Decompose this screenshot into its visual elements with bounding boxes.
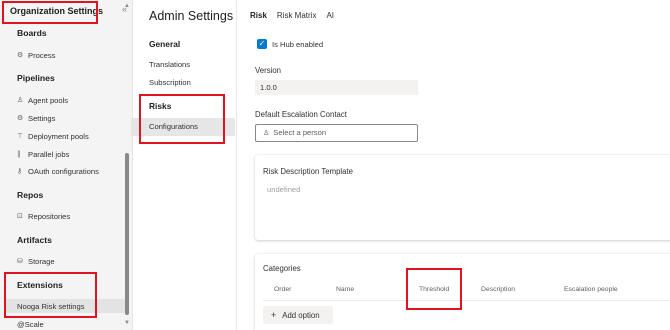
nav-item-repositories[interactable]: ⊡ Repositories (17, 209, 125, 223)
tab-risk-matrix[interactable]: Risk Matrix (277, 11, 317, 24)
nav-item-agent-pools[interactable]: ♙ Agent pools (17, 93, 125, 107)
nav-section-boards: Boards (17, 28, 47, 38)
column-header-name: Name (336, 286, 355, 293)
version-field: 1.0.0 (255, 80, 418, 95)
highlight-box-org-settings (2, 1, 98, 24)
section-general: General (149, 39, 181, 49)
categories-label: Categories (263, 264, 301, 273)
nav-item-storage[interactable]: ⛁ Storage (17, 254, 125, 268)
scroll-down-icon[interactable]: ▼ (124, 320, 130, 326)
hub-enabled-checkbox[interactable]: ✓ (257, 39, 267, 49)
nav-section-repos: Repos (17, 190, 44, 200)
nav-item-deployment-pools[interactable]: ⊤ Deployment pools (17, 129, 125, 143)
nav-item-oauth-configurations[interactable]: ⚷ OAuth configurations (17, 164, 125, 178)
scrollbar-thumb[interactable] (125, 153, 129, 315)
highlight-box-extensions (4, 272, 97, 318)
column-header-escalation-people: Escalation people (564, 286, 618, 293)
storage-icon: ⛁ (17, 258, 23, 265)
risk-description-template-card: Risk Description Template undefined (255, 155, 670, 240)
gear-icon: ⚙ (17, 115, 24, 122)
admin-settings-title: Admin Settings (149, 9, 234, 23)
header-divider (263, 300, 670, 301)
repositories-icon: ⊡ (17, 213, 23, 220)
highlight-box-threshold (406, 268, 462, 310)
deployment-pools-icon: ⊤ (17, 133, 24, 140)
escalation-contact-label: Default Escalation Contact (255, 110, 347, 119)
version-label: Version (255, 66, 282, 75)
column-header-order: Order (274, 286, 292, 293)
scroll-up-icon[interactable]: ▲ (124, 3, 130, 9)
risk-description-template-label: Risk Description Template (263, 167, 353, 176)
highlight-box-risks (139, 94, 225, 144)
nav-item-settings[interactable]: ⚙ Settings (17, 111, 125, 125)
categories-card: Categories Order Name Threshold Descript… (255, 254, 670, 330)
menu-item-subscription[interactable]: Subscription (149, 78, 191, 87)
admin-settings-panel: Admin Settings General Translations Subs… (131, 0, 237, 330)
nav-item-parallel-jobs[interactable]: ∥ Parallel jobs (17, 147, 125, 161)
menu-item-translations[interactable]: Translations (149, 60, 190, 69)
plus-icon: + (271, 310, 277, 320)
nav-item-scale[interactable]: @Scale (17, 317, 125, 330)
hub-enabled-label: Is Hub enabled (272, 40, 324, 49)
agent-pools-icon: ♙ (17, 97, 24, 104)
escalation-contact-picker[interactable]: ♙ Select a person (255, 124, 418, 142)
key-icon: ⚷ (17, 168, 23, 175)
nav-item-process[interactable]: ⚙ Process (17, 48, 125, 62)
add-option-button[interactable]: + Add option (263, 306, 333, 324)
column-header-description: Description (481, 286, 515, 293)
risk-description-template-value[interactable]: undefined (267, 185, 300, 194)
person-icon: ♙ (263, 130, 270, 137)
nav-section-pipelines: Pipelines (17, 73, 55, 83)
nav-section-artifacts: Artifacts (17, 235, 52, 245)
parallel-jobs-icon: ∥ (17, 151, 21, 158)
tab-bar: Risk Risk Matrix AI (250, 11, 334, 24)
tab-ai[interactable]: AI (326, 11, 334, 24)
tab-risk[interactable]: Risk (250, 11, 267, 24)
process-icon: ⚙ (17, 52, 24, 59)
